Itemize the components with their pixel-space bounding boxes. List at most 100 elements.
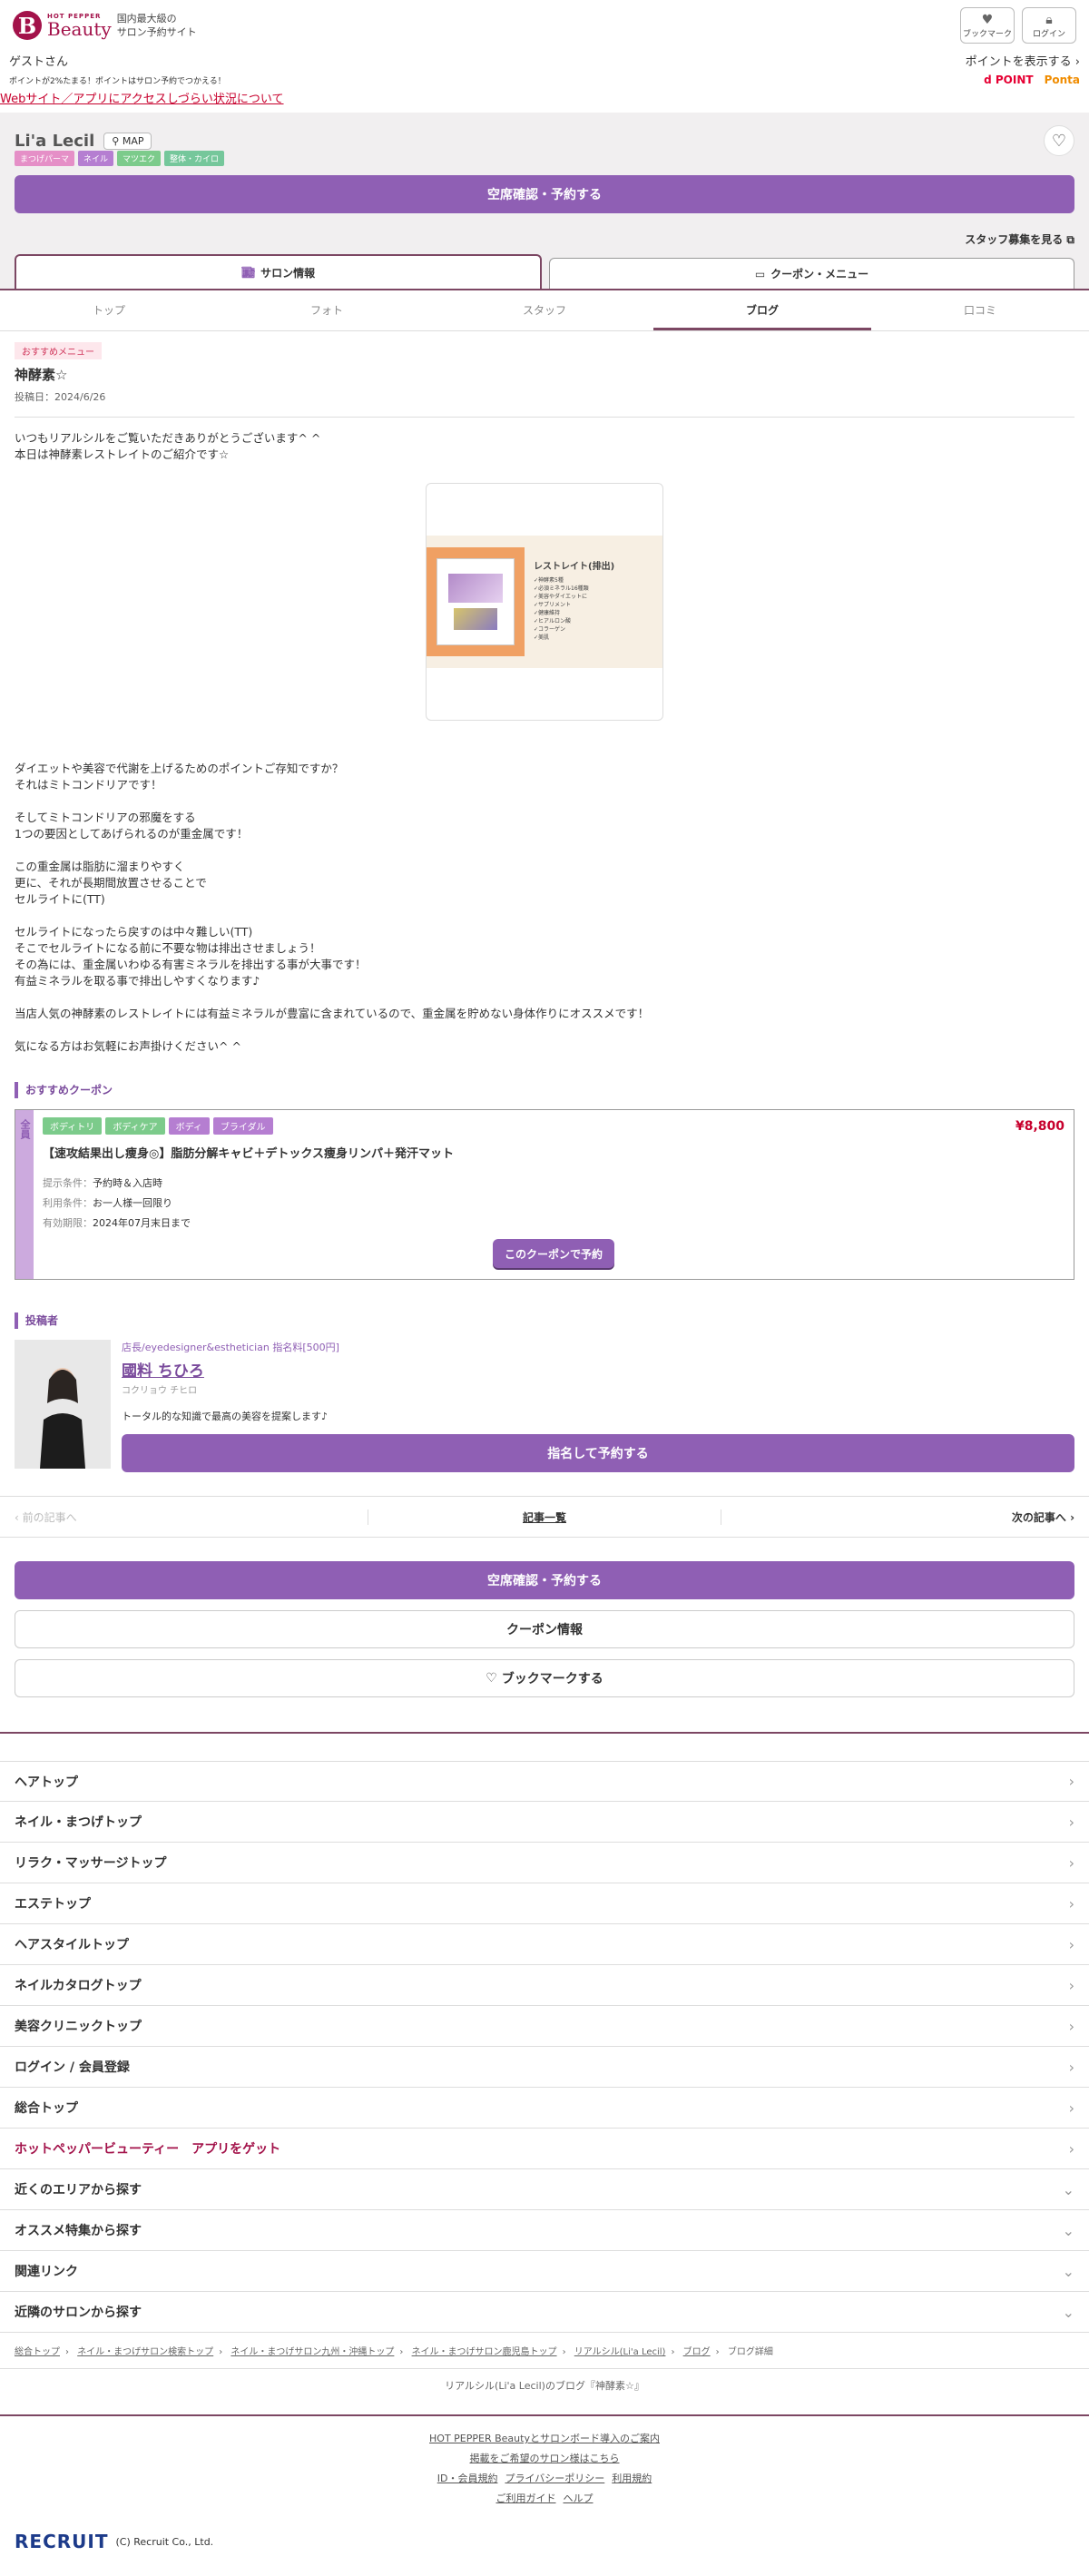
product-line: ✓サプリメント bbox=[534, 601, 572, 608]
footer-link[interactable]: ID・会員規約 bbox=[437, 2473, 498, 2484]
footer-links: HOT PEPPER Beautyとサロンボード導入のご案内 掲載をご希望のサロ… bbox=[0, 2416, 1089, 2509]
site-logo[interactable]: B HOT PEPPER Beauty bbox=[13, 11, 112, 40]
nav-item-expand[interactable]: 関連リンク ⌄ bbox=[0, 2251, 1089, 2292]
breadcrumb-link[interactable]: リアルシル(Li'a Lecil) bbox=[574, 2347, 666, 2357]
heart-outline-icon: ♡ bbox=[486, 1671, 497, 1686]
author-role: 店長/eyedesigner&esthetician 指名料[500円] bbox=[122, 1342, 339, 1353]
footer-link[interactable]: ヘルプ bbox=[564, 2492, 594, 2504]
blog-caption: リアルシル(Li'a Lecil)のブログ『神酵素☆』 bbox=[0, 2369, 1089, 2416]
chevron-right-icon: › bbox=[1068, 1853, 1074, 1872]
blog-category-badge: おすすめメニュー bbox=[15, 342, 102, 359]
footer-link[interactable]: HOT PEPPER Beautyとサロンボード導入のご案内 bbox=[429, 2433, 660, 2444]
product-description: レストレイト(排出) ✓神酵素5種 ✓必須ミネラル16種類 ✓美容やダイエットに… bbox=[525, 562, 614, 642]
nav-item[interactable]: ログイン / 会員登録 › bbox=[0, 2047, 1089, 2088]
favorite-heart-button[interactable]: ♡ bbox=[1044, 125, 1074, 156]
guest-row: ゲストさん ポイントを表示する › bbox=[0, 51, 1089, 69]
map-label: MAP bbox=[122, 134, 144, 147]
coupon-price: ¥8,800 bbox=[1015, 1119, 1064, 1134]
author-photo[interactable] bbox=[15, 1340, 111, 1469]
staff-recruit-label: スタッフ募集を見る bbox=[965, 233, 1064, 246]
show-points-link[interactable]: ポイントを表示する › bbox=[966, 52, 1080, 69]
reserve-button-bottom[interactable]: 空席確認・予約する bbox=[15, 1561, 1074, 1599]
breadcrumb-link[interactable]: ブログ bbox=[683, 2347, 711, 2357]
chevron-right-icon: › bbox=[1068, 1773, 1074, 1790]
login-button[interactable]: 🔒︎ ログイン bbox=[1022, 7, 1076, 44]
logo-big-text: Beauty bbox=[47, 17, 112, 40]
map-button[interactable]: ⚲ MAP bbox=[103, 132, 152, 150]
nav-item[interactable]: ヘアトップ › bbox=[0, 1761, 1089, 1802]
nav-item[interactable]: 美容クリニックトップ › bbox=[0, 2006, 1089, 2047]
chevron-right-icon: › bbox=[1068, 1813, 1074, 1831]
footer-link[interactable]: 利用規約 bbox=[612, 2473, 652, 2484]
chevron-down-icon: ⌄ bbox=[1062, 2303, 1074, 2321]
chevron-right-icon: › bbox=[1068, 2058, 1074, 2076]
staff-recruit-link[interactable]: スタッフ募集を見る ⧉ bbox=[15, 213, 1074, 258]
dpoint-logo: d POINT bbox=[984, 74, 1034, 86]
nav-item-expand[interactable]: 近隣のサロンから探す ⌄ bbox=[0, 2292, 1089, 2333]
breadcrumb-link[interactable]: ネイル・まつげサロン鹿児島トップ bbox=[412, 2347, 557, 2357]
subtab-photo[interactable]: フォト bbox=[218, 290, 436, 330]
nav-item-expand[interactable]: 近くのエリアから探す ⌄ bbox=[0, 2169, 1089, 2210]
nav-item-label: 近隣のサロンから探す bbox=[15, 2306, 142, 2320]
article-list-link[interactable]: 記事一覧 bbox=[367, 1509, 722, 1525]
subtab-staff[interactable]: スタッフ bbox=[436, 290, 653, 330]
nav-item[interactable]: エステトップ › bbox=[0, 1883, 1089, 1924]
footer-link[interactable]: プライバシーポリシー bbox=[505, 2473, 604, 2484]
blog-image[interactable]: レストレイト(排出) ✓神酵素5種 ✓必須ミネラル16種類 ✓美容やダイエットに… bbox=[426, 483, 663, 721]
coupon-info-button[interactable]: クーポン情報 bbox=[15, 1610, 1074, 1648]
coupon-title: 【速攻結果出し痩身◎】脂肪分解キャビ＋デトックス痩身リンパ＋発汗マット bbox=[43, 1147, 454, 1161]
condition-value: 2024年07月末日まで bbox=[93, 1217, 191, 1229]
subtab-reviews[interactable]: 口コミ bbox=[871, 290, 1089, 330]
chevron-down-icon: ⌄ bbox=[1062, 2180, 1074, 2198]
coupon-icon: ▭ bbox=[754, 267, 766, 280]
chevron-right-icon: › bbox=[1068, 2099, 1074, 2117]
salon-tag: マツエク bbox=[117, 151, 162, 166]
bookmark-button[interactable]: ♥ ブックマーク bbox=[960, 7, 1015, 44]
breadcrumb-link[interactable]: ネイル・まつげサロン検索トップ bbox=[77, 2347, 213, 2357]
prev-article-link[interactable]: ‹ 前の記事へ bbox=[0, 1509, 368, 1525]
nav-item[interactable]: ヘアスタイルトップ › bbox=[0, 1924, 1089, 1965]
coupon-card[interactable]: 全員 ボディトリ ボディケア ボディ ブライダル ¥8,800 【速攻結果出し痩… bbox=[15, 1109, 1074, 1280]
coupon-tag: ブライダル bbox=[212, 1117, 273, 1135]
nav-item[interactable]: ネイルカタログトップ › bbox=[0, 1965, 1089, 2006]
bookmark-salon-button[interactable]: ♡ ブックマークする bbox=[15, 1659, 1074, 1697]
reserve-button-top[interactable]: 空席確認・予約する bbox=[15, 175, 1074, 213]
chevron-right-icon: › bbox=[1068, 1894, 1074, 1912]
coupon-target-label: 全員 bbox=[15, 1110, 34, 1279]
nominate-reserve-button[interactable]: 指名して予約する bbox=[122, 1434, 1074, 1472]
tab-salon-info-label: サロン情報 bbox=[260, 266, 316, 280]
chevron-right-icon: › bbox=[1068, 2139, 1074, 2158]
coupon-tag: ボディトリ bbox=[43, 1117, 103, 1135]
nav-item[interactable]: 総合トップ › bbox=[0, 2088, 1089, 2129]
bookmark-label: ブックマーク bbox=[962, 29, 1012, 39]
site-header: B HOT PEPPER Beauty 国内最大級の サロン予約サイト ♥ ブッ… bbox=[0, 0, 1089, 51]
nav-item-expand[interactable]: オススメ特集から探す ⌄ bbox=[0, 2210, 1089, 2251]
coupon-reserve-button[interactable]: このクーポンで予約 bbox=[493, 1239, 614, 1268]
footer-link[interactable]: ご利用ガイド bbox=[496, 2492, 556, 2504]
access-notice-link[interactable]: Webサイト／アプリにアクセスしづらい状況について bbox=[0, 91, 1089, 113]
nav-item[interactable]: リラク・マッサージトップ › bbox=[0, 1843, 1089, 1883]
subtab-top[interactable]: トップ bbox=[0, 290, 218, 330]
subtab-blog[interactable]: ブログ bbox=[653, 290, 871, 330]
breadcrumb: 総合トップ › ネイル・まつげサロン検索トップ › ネイル・まつげサロン九州・沖縄ト… bbox=[0, 2333, 1089, 2369]
nav-item-label: 美容クリニックトップ bbox=[15, 2020, 142, 2034]
next-article-link[interactable]: 次の記事へ › bbox=[721, 1509, 1089, 1525]
tab-coupon-menu[interactable]: ▭ クーポン・メニュー bbox=[549, 258, 1074, 289]
article-pager: ‹ 前の記事へ 記事一覧 次の記事へ › bbox=[0, 1496, 1089, 1538]
tab-salon-info[interactable]: 🏬︎ サロン情報 bbox=[15, 254, 542, 289]
author-name-link[interactable]: 國料 ちひろ bbox=[122, 1358, 1074, 1381]
logo-mark: B bbox=[13, 11, 42, 40]
product-line: ✓健康維持 bbox=[534, 609, 561, 616]
author-avatar-icon bbox=[15, 1340, 111, 1469]
guest-greeting: ゲストさん bbox=[9, 54, 69, 69]
nav-item-app[interactable]: ホットペッパービューティー アプリをゲット › bbox=[0, 2129, 1089, 2169]
breadcrumb-link[interactable]: 総合トップ bbox=[15, 2347, 60, 2357]
footer-link[interactable]: 掲載をご希望のサロン様はこちら bbox=[470, 2453, 620, 2464]
nav-item-label: ヘアスタイルトップ bbox=[15, 1938, 129, 1952]
nav-item[interactable]: ネイル・まつげトップ › bbox=[0, 1802, 1089, 1843]
product-line: ✓コラーゲン bbox=[534, 625, 566, 633]
author-kana: コクリョウ チヒロ bbox=[122, 1386, 198, 1396]
nav-item-label: 総合トップ bbox=[15, 2101, 78, 2116]
breadcrumb-link[interactable]: ネイル・まつげサロン九州・沖縄トップ bbox=[231, 2347, 394, 2357]
coupon-tag: ボディケア bbox=[105, 1117, 165, 1135]
